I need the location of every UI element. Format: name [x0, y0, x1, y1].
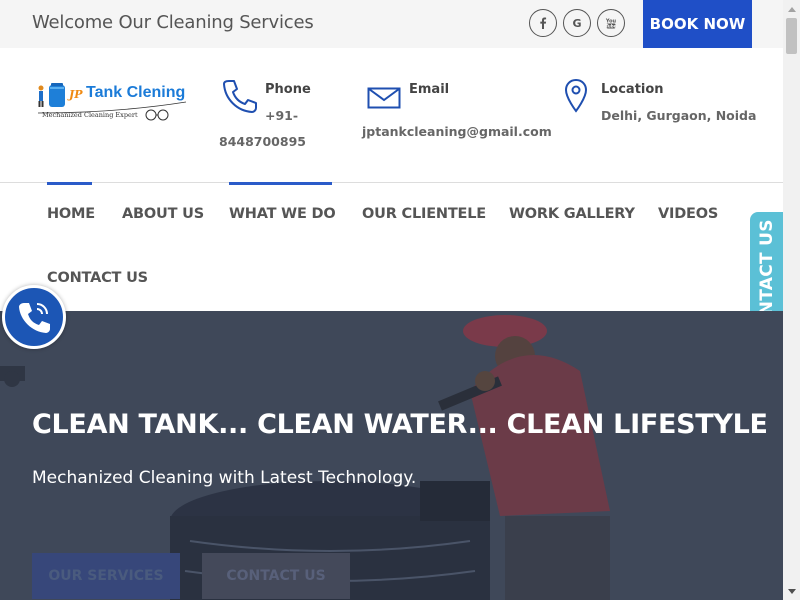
nav-item-videos[interactable]: VIDEOS — [658, 206, 718, 222]
email-address[interactable]: jptankcleaning@gmail.com — [362, 124, 552, 139]
site-logo[interactable]: JP Tank Clening Mechanized Cleaning Expe… — [36, 80, 191, 130]
logo-tagline: Mechanized Cleaning Expert — [42, 111, 138, 119]
hero-banner: CLEAN TANK... CLEAN WATER... CLEAN LIFES… — [0, 311, 783, 600]
nav-item-our-clientele[interactable]: OUR CLIENTELE — [362, 206, 486, 222]
nav-item-home[interactable]: HOME — [47, 206, 95, 222]
hero-contact-us-button[interactable]: CONTACT US — [202, 553, 350, 599]
nav-active-indicator-home — [47, 182, 92, 185]
scroll-down-arrow-icon[interactable] — [783, 583, 800, 600]
hero-title: CLEAN TANK... CLEAN WATER... CLEAN LIFES… — [32, 409, 768, 440]
welcome-text: Welcome Our Cleaning Services — [32, 12, 314, 33]
page-scrollbar[interactable] — [783, 0, 800, 600]
logo-title: Tank Clening — [86, 84, 186, 101]
phone-number-line1[interactable]: +91- — [265, 108, 298, 123]
svg-text:Tube: Tube — [606, 23, 617, 28]
email-icon — [367, 87, 401, 114]
book-now-button[interactable]: BOOK NOW — [643, 0, 752, 48]
call-float-button[interactable] — [2, 285, 66, 349]
location-pin-icon — [564, 78, 588, 119]
phone-label: Phone — [265, 82, 311, 97]
scroll-thumb[interactable] — [786, 18, 797, 54]
nav-item-about-us[interactable]: ABOUT US — [122, 206, 204, 222]
location-value: Delhi, Gurgaon, Noida — [601, 108, 757, 123]
header-divider — [0, 182, 783, 183]
location-label: Location — [601, 82, 664, 97]
svg-text:G: G — [572, 17, 581, 30]
nav-item-contact-us[interactable]: CONTACT US — [47, 270, 148, 286]
our-services-button[interactable]: OUR SERVICES — [32, 553, 180, 599]
svg-text:JP: JP — [67, 88, 83, 101]
top-bar: Welcome Our Cleaning Services G You Tube … — [0, 0, 783, 48]
google-icon[interactable]: G — [563, 9, 591, 37]
hero-subtitle: Mechanized Cleaning with Latest Technolo… — [32, 468, 417, 488]
scroll-up-arrow-icon[interactable] — [783, 0, 800, 17]
facebook-icon[interactable] — [529, 9, 557, 37]
email-label: Email — [409, 82, 450, 97]
phone-icon — [222, 79, 258, 118]
youtube-icon[interactable]: You Tube — [597, 9, 625, 37]
nav-active-indicator-what-we-do — [229, 182, 332, 185]
nav-item-work-gallery[interactable]: WORK GALLERY — [509, 206, 635, 222]
phone-handset-icon — [19, 303, 50, 333]
phone-number-line2[interactable]: 8448700895 — [219, 134, 306, 149]
nav-item-what-we-do[interactable]: WHAT WE DO — [229, 206, 336, 222]
